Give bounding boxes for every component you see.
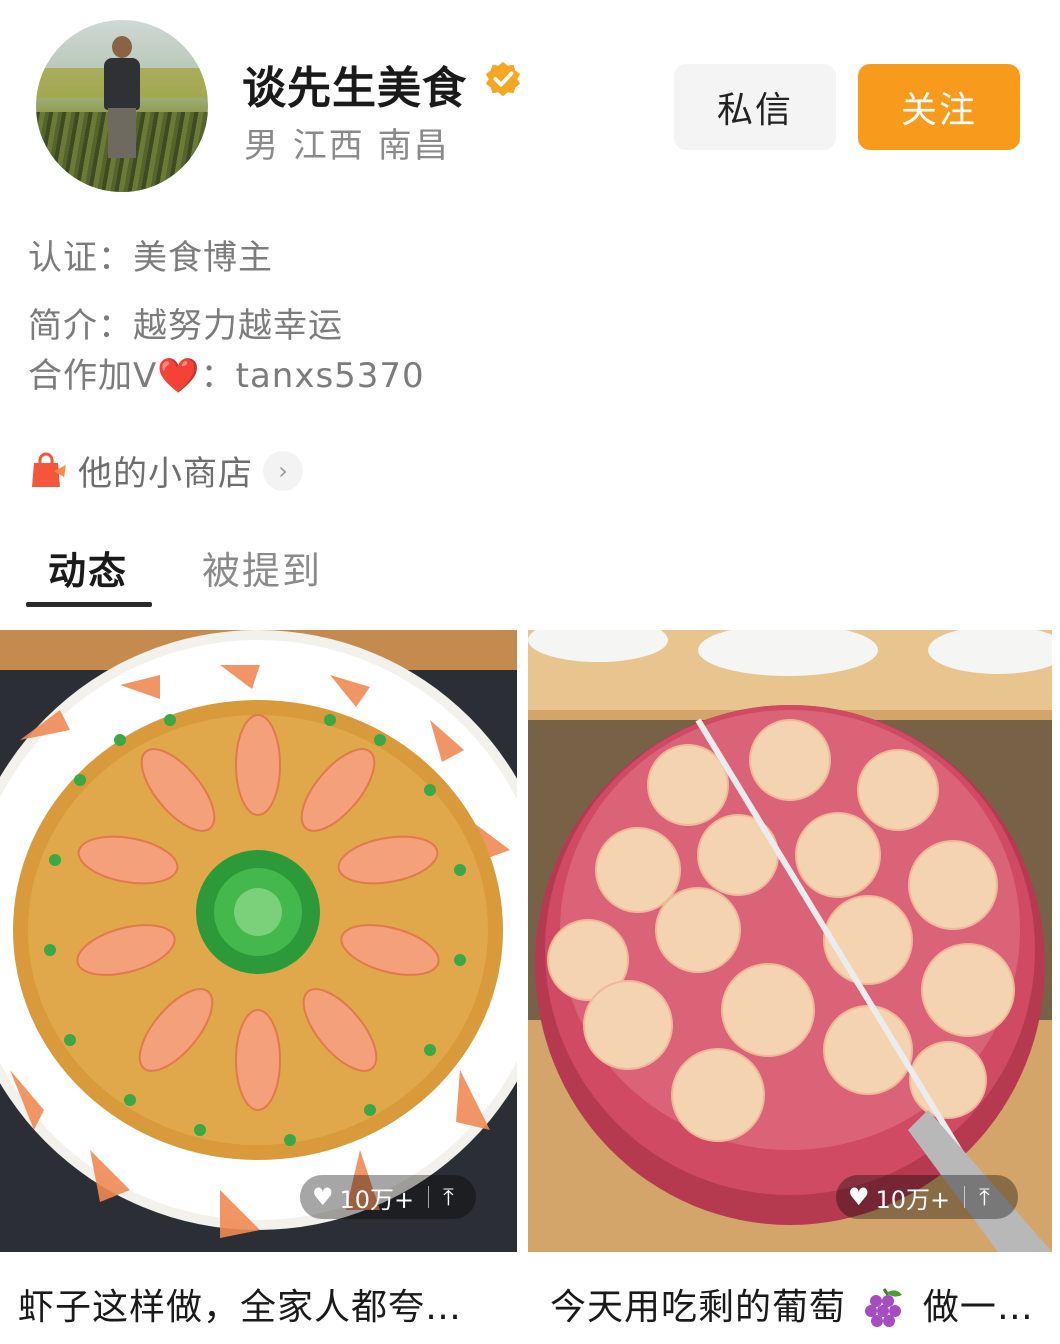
grape-icon bbox=[865, 1288, 903, 1327]
shop-link[interactable]: 他的小商店 › bbox=[28, 446, 303, 495]
bio-contact-suffix: ：tanxs5370 bbox=[200, 356, 425, 396]
post-stats: ♥ 10万+ ⤒ bbox=[300, 1175, 476, 1219]
likes-count: 10万+ bbox=[339, 1185, 415, 1214]
shopping-bag-icon bbox=[32, 452, 66, 487]
profile-page: 谈先生美食 男 江西 南昌 私信 关注 认证：美食博主 简介：越努力越幸运 合作… bbox=[0, 0, 1060, 1344]
chevron-right-icon: › bbox=[263, 450, 303, 491]
post-caption-prefix: 今天用吃剩的葡萄 bbox=[550, 1287, 847, 1328]
post-caption[interactable]: 虾子这样做，全家人都夸… bbox=[18, 1278, 488, 1330]
heart-icon[interactable]: ♥ bbox=[312, 1183, 334, 1211]
certification-text: 认证：美食博主 bbox=[28, 238, 273, 278]
tab-posts[interactable]: 动态 bbox=[48, 540, 128, 595]
bio-text: 简介：越努力越幸运 bbox=[28, 306, 343, 346]
tab-mentions[interactable]: 被提到 bbox=[202, 540, 322, 595]
post-image-shrimp[interactable] bbox=[0, 630, 517, 1252]
heart-emoji: ❤️ bbox=[157, 356, 201, 396]
profile-meta: 男 江西 南昌 bbox=[244, 126, 450, 166]
message-button[interactable]: 私信 bbox=[674, 64, 836, 150]
bio-contact: 合作加V❤️：tanxs5370 bbox=[28, 348, 425, 397]
likes-count: 10万+ bbox=[875, 1185, 951, 1214]
shop-label: 他的小商店 bbox=[78, 454, 253, 494]
post-image-grape-jelly[interactable] bbox=[528, 630, 1052, 1252]
tab-underline bbox=[26, 602, 152, 607]
verified-badge-icon bbox=[485, 61, 521, 97]
post-stats: ♥ 10万+ ⤒ bbox=[836, 1175, 1018, 1219]
follow-button[interactable]: 关注 bbox=[858, 64, 1020, 150]
avatar[interactable] bbox=[36, 20, 208, 192]
share-icon[interactable]: ⤒ bbox=[443, 1183, 454, 1211]
post-caption-suffix: 做一… bbox=[922, 1287, 1034, 1328]
profile-name: 谈先生美食 bbox=[242, 63, 467, 114]
post-caption[interactable]: 今天用吃剩的葡萄 做一… bbox=[550, 1278, 1033, 1331]
share-icon[interactable]: ⤒ bbox=[979, 1183, 990, 1211]
heart-icon[interactable]: ♥ bbox=[848, 1183, 870, 1211]
bio-contact-prefix: 合作加V bbox=[28, 356, 158, 396]
